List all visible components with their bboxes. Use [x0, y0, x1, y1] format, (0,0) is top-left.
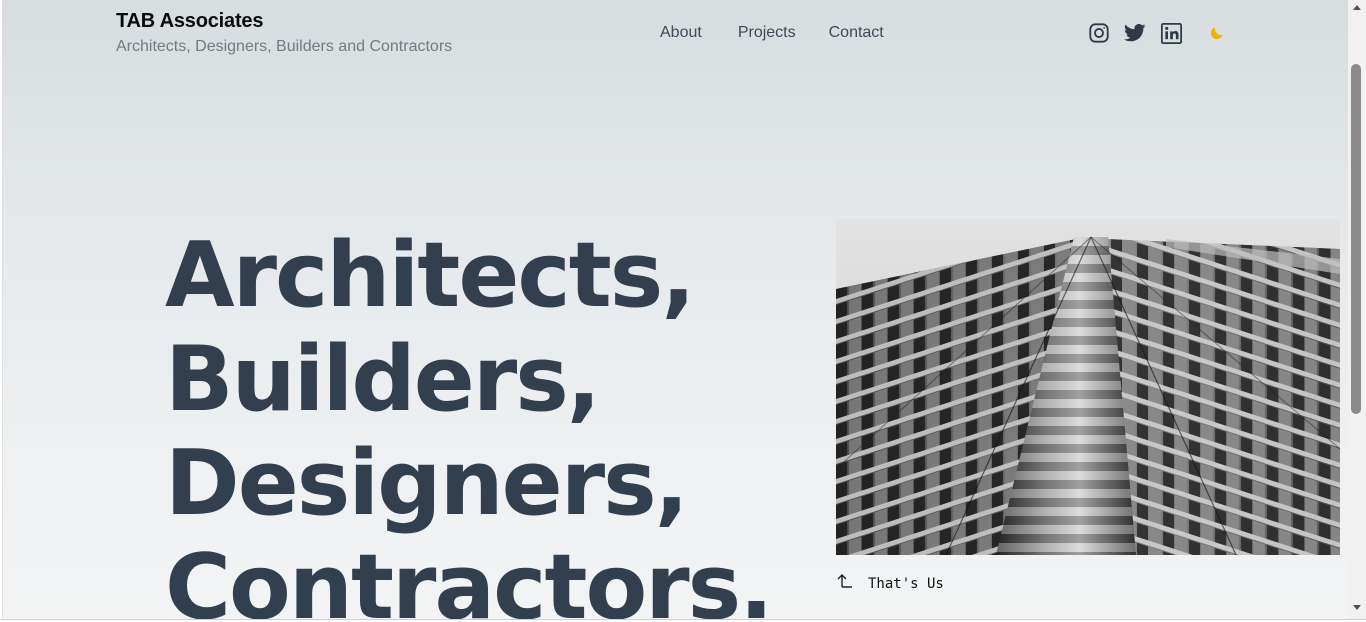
main-nav: About Projects Contact — [660, 22, 884, 44]
twitter-icon[interactable] — [1123, 21, 1147, 45]
hero-line: Contractors. — [165, 535, 773, 620]
brand-name[interactable]: TAB Associates — [116, 8, 452, 34]
hero-heading: Architects, Builders, Designers, Contrac… — [165, 223, 773, 620]
vertical-scrollbar[interactable] — [1348, 0, 1366, 619]
hero-line: Builders, — [165, 327, 601, 432]
scroll-down-arrow-icon[interactable] — [1353, 605, 1361, 610]
social-links — [1087, 21, 1229, 45]
brand: TAB Associates Architects, Designers, Bu… — [116, 8, 452, 59]
linkedin-icon[interactable] — [1159, 21, 1183, 45]
caption-text: That's Us — [868, 576, 944, 592]
building-illustration — [836, 219, 1340, 555]
brand-tagline: Architects, Designers, Builders and Cont… — [116, 38, 453, 55]
scroll-thumb[interactable] — [1351, 64, 1361, 414]
moon-icon[interactable] — [1205, 21, 1229, 45]
hero-line: Architects, — [165, 223, 696, 328]
nav-link-contact[interactable]: Contact — [829, 22, 884, 44]
nav-link-projects[interactable]: Projects — [738, 22, 796, 44]
image-caption: That's Us — [836, 570, 944, 592]
instagram-icon[interactable] — [1087, 21, 1111, 45]
hero-line: Designers, — [165, 431, 689, 536]
scroll-up-arrow-icon[interactable] — [1353, 5, 1361, 10]
building-photo — [836, 219, 1340, 555]
page-viewport: TAB Associates Architects, Designers, Bu… — [3, 0, 1348, 619]
nav-link-about[interactable]: About — [660, 22, 702, 44]
corner-arrow-up-icon — [837, 574, 852, 588]
